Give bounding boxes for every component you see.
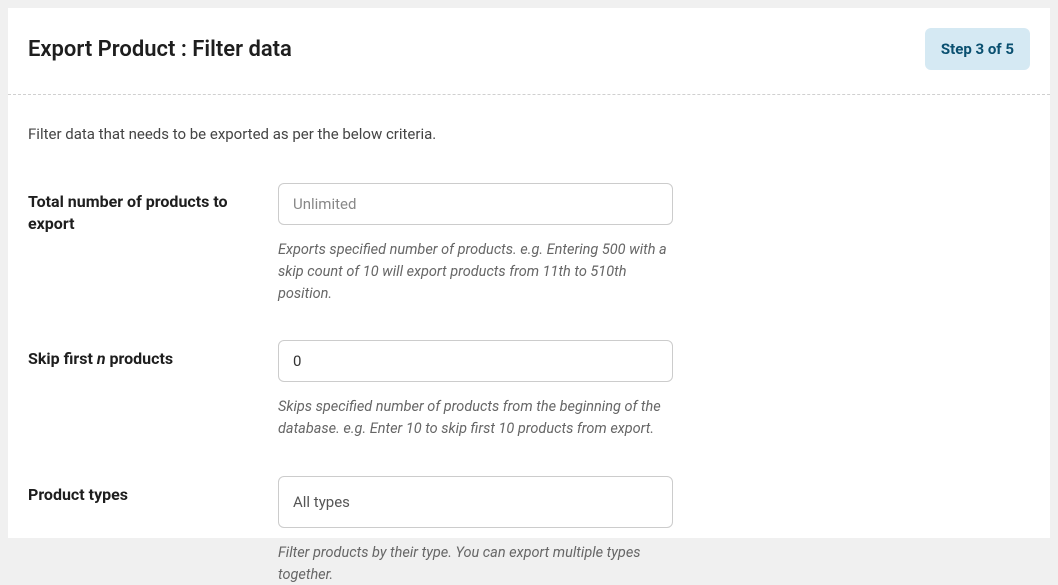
panel-header: Export Product : Filter data Step 3 of 5 <box>8 8 1050 95</box>
help-product-types: Filter products by their type. You can e… <box>278 542 673 585</box>
intro-text: Filter data that needs to be exported as… <box>28 125 1030 143</box>
label-skip-first-em: n <box>97 349 106 368</box>
label-skip-first: Skip first n products <box>28 340 278 370</box>
product-types-select[interactable]: All types <box>278 476 673 528</box>
control-wrap-total-products: Exports specified number of products. e.… <box>278 183 673 304</box>
label-skip-first-prefix: Skip first <box>28 349 97 368</box>
product-types-selected: All types <box>293 493 350 511</box>
total-products-input[interactable] <box>278 183 673 225</box>
label-product-types: Product types <box>28 476 278 506</box>
help-skip-first: Skips specified number of products from … <box>278 396 673 440</box>
help-total-products: Exports specified number of products. e.… <box>278 239 673 304</box>
step-indicator-badge: Step 3 of 5 <box>925 28 1030 70</box>
label-total-products: Total number of products to export <box>28 183 278 236</box>
control-wrap-product-types: All types Filter products by their type.… <box>278 476 673 585</box>
export-filter-panel: Export Product : Filter data Step 3 of 5… <box>8 8 1050 538</box>
field-row-total-products: Total number of products to export Expor… <box>28 183 1030 304</box>
panel-title: Export Product : Filter data <box>28 37 292 62</box>
control-wrap-skip-first: Skips specified number of products from … <box>278 340 673 440</box>
field-row-product-types: Product types All types Filter products … <box>28 476 1030 585</box>
field-row-skip-first: Skip first n products Skips specified nu… <box>28 340 1030 440</box>
skip-first-input[interactable] <box>278 340 673 382</box>
label-skip-first-suffix: products <box>106 349 174 368</box>
panel-body: Filter data that needs to be exported as… <box>8 95 1050 585</box>
